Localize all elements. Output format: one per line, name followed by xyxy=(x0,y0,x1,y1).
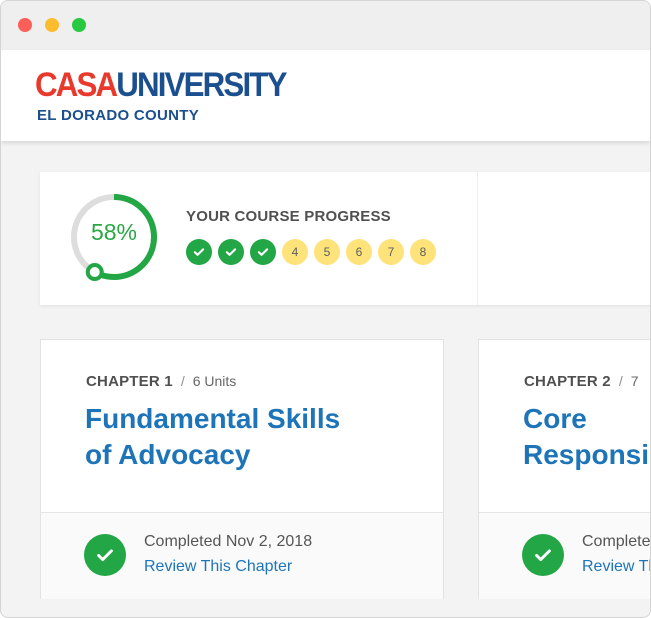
completed-check-icon xyxy=(522,534,564,576)
chapter-number: CHAPTER 1 xyxy=(86,373,173,390)
review-chapter-link[interactable]: Review Th xyxy=(582,558,650,576)
logo-university-text: UNIVERSITY xyxy=(116,66,287,104)
chapter-units: 7 xyxy=(630,373,639,389)
completed-check-icon xyxy=(84,534,126,576)
chapter-meta: CHAPTER 2 / 7 xyxy=(524,373,639,390)
logo-casa-text: CASA xyxy=(35,66,118,104)
chapter-title[interactable]: Fundamental Skills of Advocacy xyxy=(85,401,405,473)
chapter-meta: CHAPTER 1 / 6 Units xyxy=(86,373,236,390)
chapter-separator: / xyxy=(180,373,185,389)
step-pending: 7 xyxy=(378,239,404,265)
window-titlebar xyxy=(1,1,650,50)
chapter-card-1[interactable]: CHAPTER 1 / 6 Units Fundamental Skills of … xyxy=(40,339,444,599)
chapter-title-line-1: Core xyxy=(523,403,587,434)
chapter-title[interactable]: Core Responsi xyxy=(523,401,650,473)
progress-title: YOUR COURSE PROGRESS xyxy=(186,208,391,225)
course-progress-card: 58% YOUR COURSE PROGRESS 45678 xyxy=(40,172,650,305)
site-logo[interactable]: CASAUNIVERSITY xyxy=(35,65,287,105)
chapter-card-2[interactable]: CHAPTER 2 / 7 Core Responsi Complete Revie… xyxy=(478,339,651,599)
step-pending: 8 xyxy=(410,239,436,265)
chapter-title-line-2: Responsi xyxy=(523,439,650,470)
review-chapter-link[interactable]: Review This Chapter xyxy=(144,558,292,576)
chapter-footer: Completed Nov 2, 2018 Review This Chapte… xyxy=(41,512,443,599)
completed-date: Complete xyxy=(582,533,651,550)
maximize-window-button[interactable] xyxy=(72,18,86,32)
chapter-title-line-2: of Advocacy xyxy=(85,439,251,470)
step-complete-check-icon xyxy=(218,239,244,265)
step-pending: 5 xyxy=(314,239,340,265)
logo-subtitle: EL DORADO COUNTY xyxy=(37,107,200,124)
close-window-button[interactable] xyxy=(18,18,32,32)
completed-date: Completed Nov 2, 2018 xyxy=(144,533,313,550)
chapter-steps: 45678 xyxy=(186,239,436,265)
progress-ring-knob xyxy=(85,263,104,282)
step-complete-check-icon xyxy=(186,239,212,265)
browser-window: CASAUNIVERSITY EL DORADO COUNTY 58% YOUR… xyxy=(0,0,651,618)
chapter-footer: Complete Review Th xyxy=(479,512,651,599)
step-pending: 6 xyxy=(346,239,372,265)
progress-card-divider xyxy=(477,172,478,305)
chapter-number: CHAPTER 2 xyxy=(524,373,611,390)
chapter-separator: / xyxy=(618,373,623,389)
step-complete-check-icon xyxy=(250,239,276,265)
progress-percent: 58% xyxy=(90,219,138,245)
chapter-title-line-1: Fundamental Skills xyxy=(85,403,341,434)
chapter-units: 6 Units xyxy=(192,373,237,389)
step-pending: 4 xyxy=(282,239,308,265)
minimize-window-button[interactable] xyxy=(45,18,59,32)
